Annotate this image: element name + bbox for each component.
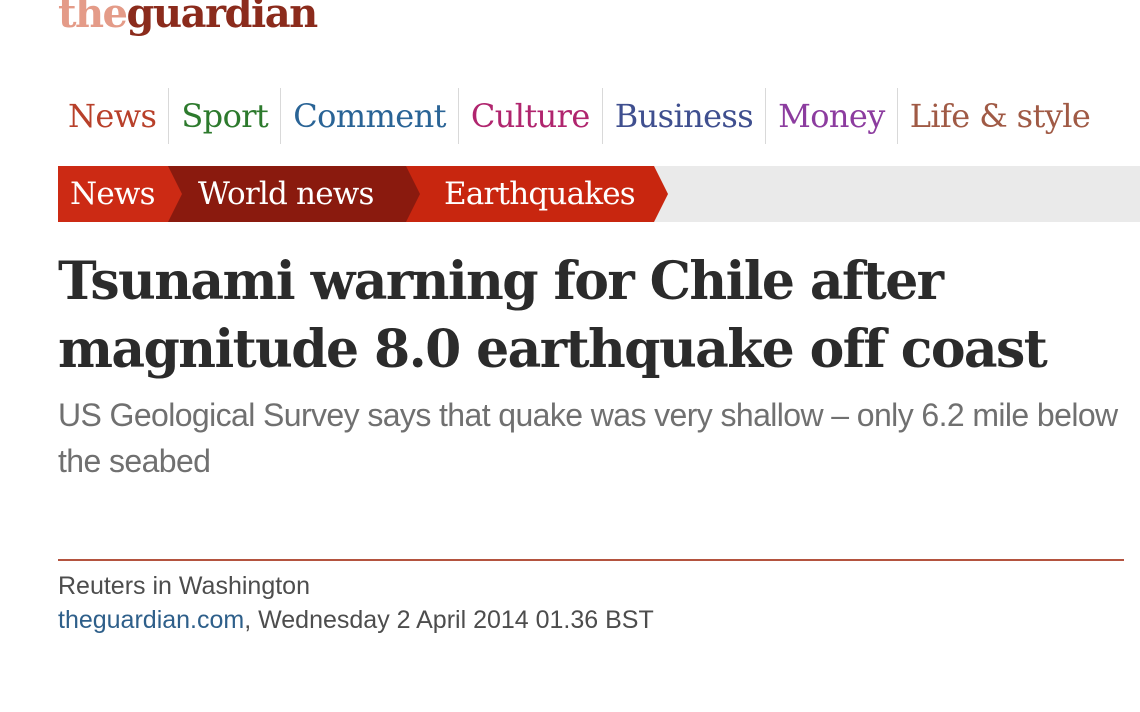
breadcrumb-bar: News World news Earthquakes [58,166,1140,222]
breadcrumb-news[interactable]: News [58,166,182,222]
headline-line-2: magnitude 8.0 earthquake off coast [58,319,1048,380]
article-headline: Tsunami warning for Chile after magnitud… [58,248,1118,384]
nav-item-life-style[interactable]: Life & style [898,88,1091,144]
nav-item-culture[interactable]: Culture [459,88,603,144]
guardian-logo[interactable]: theguardian [58,0,319,42]
article-dateline: theguardian.com, Wednesday 2 April 2014 … [58,604,654,636]
article-standfirst: US Geological Survey says that quake was… [58,397,1118,479]
nav-item-business[interactable]: Business [603,88,767,144]
article-byline: Reuters in Washington [58,572,310,600]
headline-line-1: Tsunami warning for Chile after [58,251,944,312]
breadcrumb: News World news Earthquakes [58,166,668,222]
logo-the: the [58,0,128,37]
site-link[interactable]: theguardian.com [58,606,244,634]
nav-item-money[interactable]: Money [766,88,898,144]
breadcrumb-world-news[interactable]: World news [168,166,420,222]
logo-guardian: guardian [126,0,319,37]
breadcrumb-earthquakes[interactable]: Earthquakes [406,166,668,222]
nav-item-news[interactable]: News [58,88,170,144]
section-nav: News Sport Comment Culture Business Mone… [58,88,1091,144]
nav-item-comment[interactable]: Comment [281,88,459,144]
byline-divider [58,559,1124,561]
publish-date: , Wednesday 2 April 2014 01.36 BST [244,606,654,634]
nav-item-sport[interactable]: Sport [169,88,282,144]
